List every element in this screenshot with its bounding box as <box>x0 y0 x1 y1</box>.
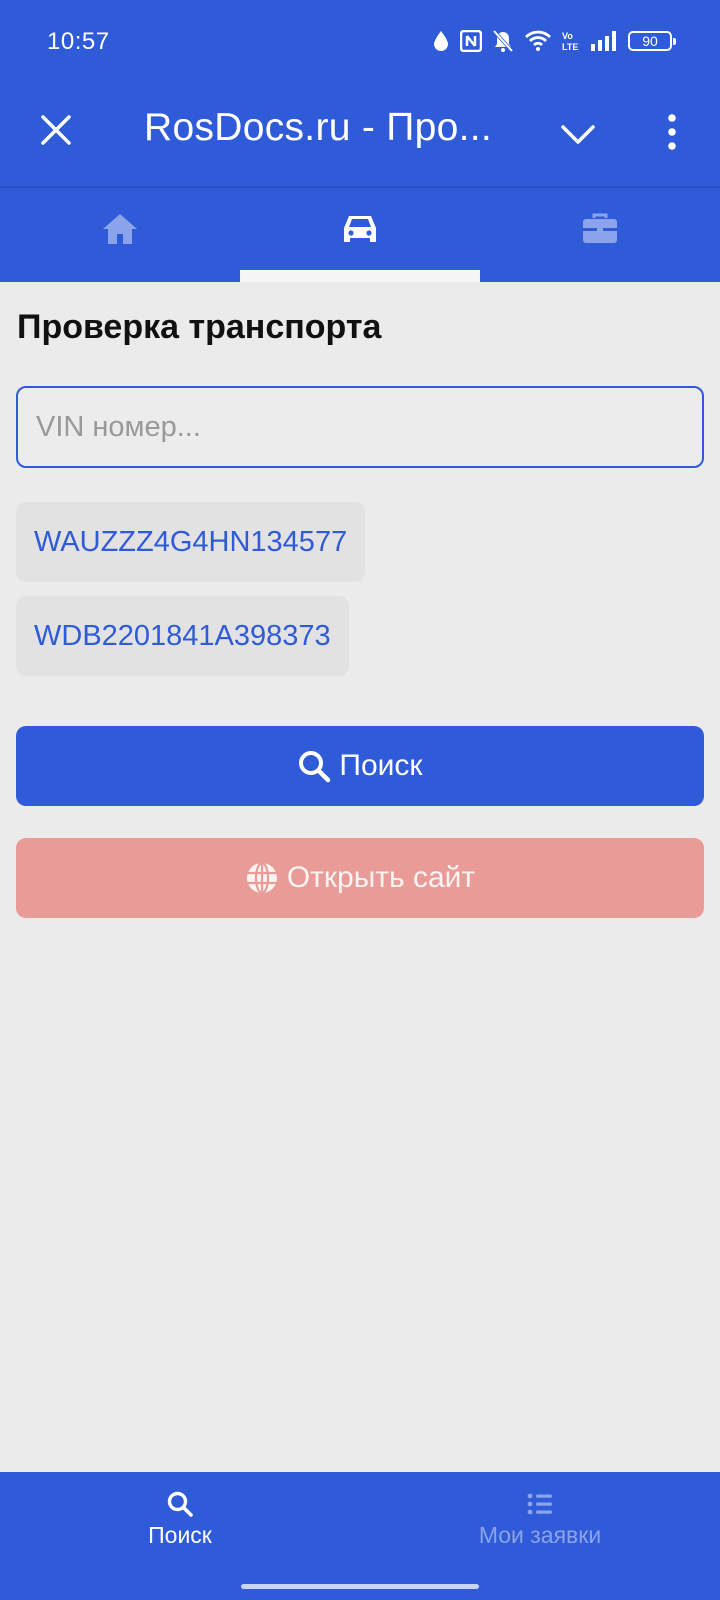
page-heading: Проверка транспорта <box>17 308 382 346</box>
tab-briefcase[interactable] <box>480 188 720 282</box>
nfc-icon <box>460 30 482 52</box>
nav-item-label: Мои заявки <box>478 1522 602 1548</box>
vin-input[interactable] <box>16 386 704 468</box>
title-bar: RosDocs.ru - Про... <box>0 84 720 186</box>
vin-history-item[interactable]: WDB2201841A398373 <box>16 596 349 676</box>
signal-icon <box>591 31 616 51</box>
search-button-label: Поиск <box>339 749 423 782</box>
search-icon <box>167 1491 193 1517</box>
close-icon[interactable] <box>36 110 76 150</box>
vin-history-item[interactable]: WAUZZZ4G4HN134577 <box>16 502 366 582</box>
status-icons: Vo LTE 90 <box>432 26 676 56</box>
tab-bar <box>0 188 720 282</box>
nav-item-label: Поиск <box>148 1522 212 1548</box>
nav-item-my-requests[interactable]: Мои заявки <box>360 1472 720 1600</box>
briefcase-icon <box>583 213 617 243</box>
water-drop-icon <box>434 31 448 51</box>
car-icon <box>344 216 376 242</box>
page-title: RosDocs.ru - Про... <box>144 106 490 149</box>
svg-text:Vo: Vo <box>562 31 573 41</box>
nav-item-search[interactable]: Поиск <box>0 1472 360 1600</box>
chevron-down-icon[interactable] <box>558 114 598 154</box>
status-bar: 10:57 Vo LTE 90 <box>0 0 720 84</box>
volte-icon: Vo LTE <box>562 31 578 52</box>
tab-car[interactable] <box>240 188 480 282</box>
wifi-icon <box>525 30 551 51</box>
status-time: 10:57 <box>47 28 110 55</box>
active-tab-indicator <box>240 270 480 282</box>
battery-icon: 90 <box>628 31 676 51</box>
bottom-nav: Поиск Мои заявки <box>0 1472 720 1600</box>
search-icon <box>299 751 331 783</box>
svg-text:LTE: LTE <box>562 42 578 52</box>
more-vertical-icon[interactable] <box>652 112 692 152</box>
app-header: 10:57 Vo LTE 90 RosDocs.ru - Про... <box>0 0 720 282</box>
bell-off-icon <box>492 29 514 53</box>
list-icon <box>527 1493 552 1515</box>
open-site-button-label: Открыть сайт <box>286 861 476 894</box>
tab-home[interactable] <box>0 188 240 282</box>
home-icon <box>103 214 137 244</box>
open-site-button[interactable]: Открыть сайт <box>16 838 704 918</box>
gesture-handle[interactable] <box>241 1584 479 1589</box>
search-button[interactable]: Поиск <box>16 726 704 806</box>
globe-icon <box>246 861 277 895</box>
